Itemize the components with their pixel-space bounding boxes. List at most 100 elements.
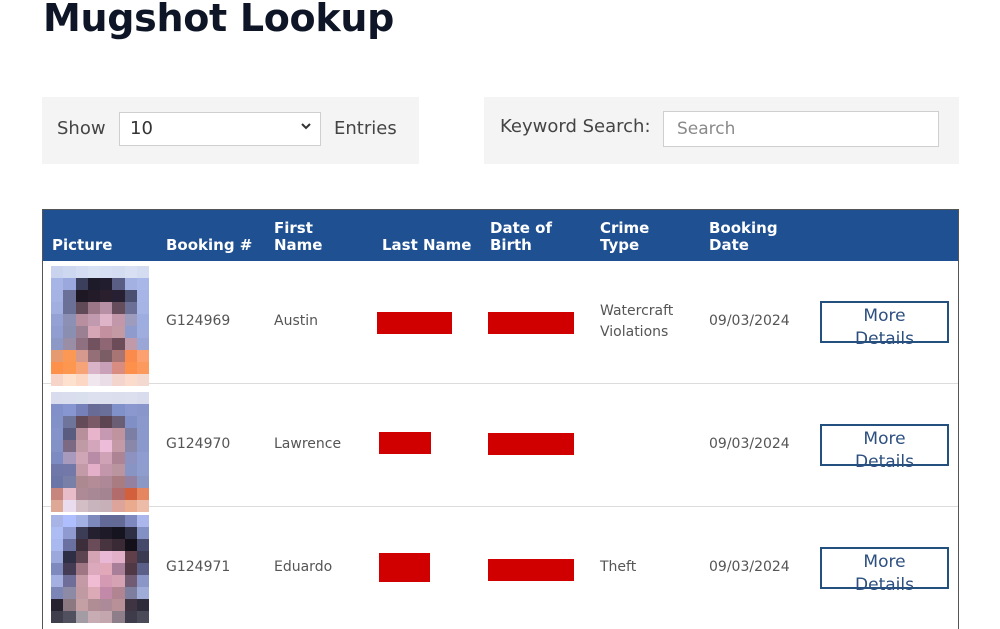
mosaic-pixel (63, 611, 76, 623)
mosaic-pixel (124, 350, 137, 362)
mosaic-pixel (100, 290, 113, 302)
crime-type: Theft (600, 559, 637, 575)
mugshot-image[interactable] (51, 515, 149, 623)
mosaic-pixel (100, 404, 113, 416)
mosaic-pixel (100, 350, 113, 362)
mosaic-pixel (63, 527, 76, 539)
mosaic-pixel (112, 539, 125, 551)
more-details-button[interactable]: More Details (820, 547, 949, 595)
mosaic-pixel (124, 302, 137, 314)
column-header-crime-type[interactable]: Crime Type (600, 220, 649, 254)
crime-type: Watercraft Violations (600, 303, 674, 340)
mosaic-pixel (51, 416, 64, 428)
column-header-date-of-birth[interactable]: Date of Birth (490, 220, 552, 254)
booking-date: 09/03/2024 (709, 436, 790, 452)
mosaic-pixel (136, 350, 149, 362)
mosaic-pixel (136, 476, 149, 488)
mosaic-pixel (136, 440, 149, 452)
mosaic-pixel (112, 362, 125, 374)
more-details-button[interactable]: More Details (820, 424, 949, 472)
date-of-birth-redaction (488, 433, 574, 455)
date-of-birth-redaction (488, 559, 574, 581)
mosaic-pixel (100, 392, 113, 404)
mosaic-pixel (124, 611, 137, 623)
mosaic-pixel (75, 404, 88, 416)
mosaic-pixel (87, 392, 100, 404)
mosaic-pixel (124, 416, 137, 428)
mosaic-pixel (75, 338, 88, 350)
mosaic-pixel (63, 587, 76, 599)
table-row: G124969 Austin Watercraft Violations 09/… (43, 261, 958, 386)
mosaic-pixel (124, 563, 137, 575)
mosaic-pixel (136, 452, 149, 464)
mosaic-pixel (112, 326, 125, 338)
mosaic-pixel (136, 563, 149, 575)
mosaic-pixel (100, 338, 113, 350)
mosaic-pixel (112, 302, 125, 314)
mosaic-pixel (112, 575, 125, 587)
column-header-last-name[interactable]: Last Name (382, 237, 471, 254)
mosaic-pixel (51, 428, 64, 440)
mugshot-image[interactable] (51, 392, 149, 512)
column-header-picture[interactable]: Picture (52, 237, 112, 254)
mosaic-pixel (87, 464, 100, 476)
show-label: Show (57, 118, 106, 139)
mosaic-pixel (100, 278, 113, 290)
mosaic-pixel (87, 551, 100, 563)
mosaic-pixel (100, 452, 113, 464)
mosaic-pixel (63, 338, 76, 350)
mosaic-pixel (63, 563, 76, 575)
mosaic-pixel (136, 428, 149, 440)
mosaic-pixel (100, 599, 113, 611)
mosaic-pixel (51, 527, 64, 539)
mosaic-pixel (100, 476, 113, 488)
mugshot-image[interactable] (51, 266, 149, 386)
more-details-button[interactable]: More Details (820, 301, 949, 349)
mosaic-pixel (136, 551, 149, 563)
mosaic-pixel (124, 476, 137, 488)
mosaic-pixel (75, 266, 88, 278)
mosaic-pixel (51, 392, 64, 404)
mosaic-pixel (136, 599, 149, 611)
mosaic-pixel (63, 440, 76, 452)
mosaic-pixel (100, 416, 113, 428)
entries-select[interactable]: 10 (119, 112, 321, 146)
mosaic-pixel (75, 326, 88, 338)
mosaic-pixel (100, 488, 113, 500)
mosaic-pixel (87, 452, 100, 464)
mosaic-pixel (100, 563, 113, 575)
column-header-booking-date[interactable]: Booking Date (709, 220, 778, 254)
mosaic-pixel (124, 551, 137, 563)
entries-label: Entries (334, 118, 397, 139)
mosaic-pixel (87, 428, 100, 440)
last-name-redaction (379, 553, 430, 582)
mosaic-pixel (75, 464, 88, 476)
mosaic-pixel (124, 278, 137, 290)
mosaic-pixel (63, 476, 76, 488)
booking-number: G124971 (166, 559, 231, 575)
mosaic-pixel (63, 362, 76, 374)
column-header-booking-number[interactable]: Booking # (166, 237, 252, 254)
mosaic-pixel (124, 539, 137, 551)
mosaic-pixel (100, 539, 113, 551)
mosaic-pixel (100, 326, 113, 338)
column-header-first-name[interactable]: First Name (274, 220, 322, 254)
mosaic-pixel (112, 563, 125, 575)
mosaic-pixel (124, 392, 137, 404)
mosaic-pixel (63, 404, 76, 416)
mosaic-pixel (63, 290, 76, 302)
mosaic-pixel (51, 563, 64, 575)
mosaic-pixel (124, 314, 137, 326)
booking-number: G124970 (166, 436, 231, 452)
mosaic-pixel (87, 539, 100, 551)
mosaic-pixel (100, 266, 113, 278)
mosaic-pixel (136, 488, 149, 500)
mosaic-pixel (63, 599, 76, 611)
mosaic-pixel (112, 611, 125, 623)
mosaic-pixel (112, 440, 125, 452)
mosaic-pixel (51, 464, 64, 476)
keyword-search-input[interactable] (663, 111, 939, 147)
mosaic-pixel (51, 611, 64, 623)
mosaic-pixel (136, 587, 149, 599)
mosaic-pixel (63, 392, 76, 404)
